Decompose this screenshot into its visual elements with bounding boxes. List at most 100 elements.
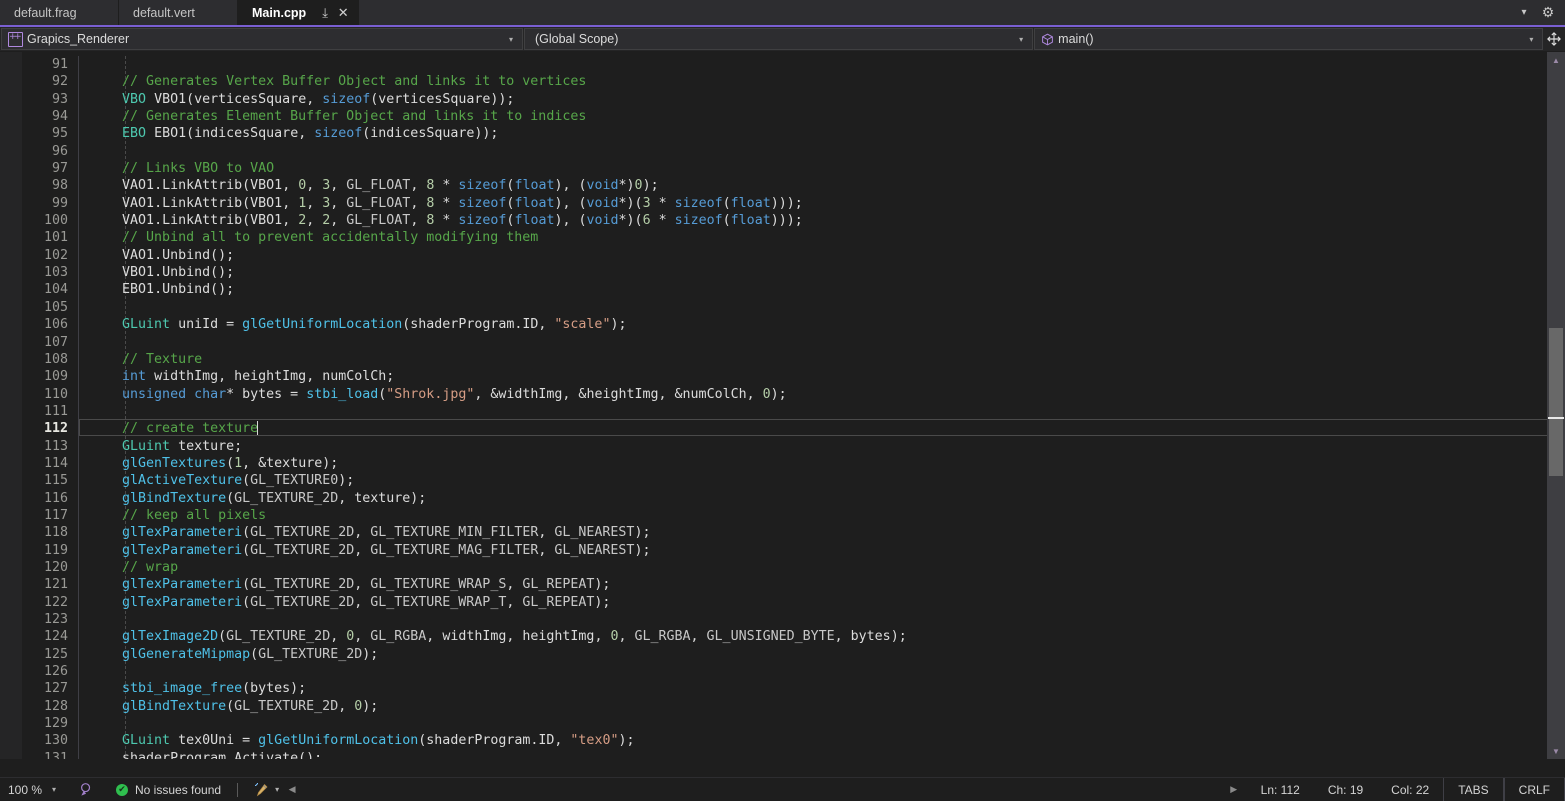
chevron-down-icon[interactable]: ▾ [1524, 35, 1538, 44]
scroll-up-icon[interactable]: ▲ [1547, 52, 1565, 68]
code-line[interactable]: 108 // Texture [22, 350, 1565, 369]
code-line-text[interactable]: glGenerateMipmap(GL_TEXTURE_2D); [90, 646, 1565, 663]
code-line-text[interactable]: GLuint tex0Uni = glGetUniformLocation(sh… [90, 732, 1565, 749]
chevron-down-icon[interactable]: ▾ [504, 35, 518, 44]
code-line-text[interactable]: glTexParameteri(GL_TEXTURE_2D, GL_TEXTUR… [90, 594, 1565, 611]
chevron-down-icon[interactable]: ▾ [1513, 2, 1535, 24]
code-line[interactable]: 123 [22, 611, 1565, 629]
code-line[interactable]: 103 VBO1.Unbind(); [22, 264, 1565, 282]
code-line-text[interactable]: // keep all pixels [90, 507, 1565, 524]
split-view-button[interactable] [1543, 27, 1565, 51]
intellisense-icon[interactable] [74, 782, 98, 797]
code-line-text[interactable]: stbi_image_free(bytes); [90, 680, 1565, 697]
code-line-text[interactable]: // Generates Element Buffer Object and l… [90, 108, 1565, 125]
code-line-text[interactable]: // create texture [79, 419, 1565, 437]
close-icon[interactable]: ✕ [334, 4, 352, 22]
code-line-text[interactable]: glBindTexture(GL_TEXTURE_2D, 0); [90, 698, 1565, 715]
chevron-down-icon[interactable]: ▾ [1014, 35, 1028, 44]
scroll-left-icon[interactable]: ◀ [279, 784, 305, 795]
gear-icon[interactable]: ⚙ [1537, 2, 1559, 24]
code-line-text[interactable]: int widthImg, heightImg, numColCh; [90, 368, 1565, 385]
code-line[interactable]: 124 glTexImage2D(GL_TEXTURE_2D, 0, GL_RG… [22, 628, 1565, 646]
tab-main-cpp[interactable]: Main.cpp ⤓ ✕ [238, 0, 360, 25]
code-line-text[interactable]: VBO VBO1(verticesSquare, sizeof(vertices… [90, 91, 1565, 108]
code-line[interactable]: 111 [22, 402, 1565, 421]
code-line-text[interactable]: glTexParameteri(GL_TEXTURE_2D, GL_TEXTUR… [90, 542, 1565, 559]
pin-icon[interactable]: ⤓ [316, 4, 334, 22]
code-line-text[interactable]: EBO1.Unbind(); [90, 281, 1565, 298]
code-line[interactable]: 99 VAO1.LinkAttrib(VBO1, 1, 3, GL_FLOAT,… [22, 194, 1565, 213]
vertical-scrollbar[interactable]: ▲ ▼ [1547, 52, 1565, 759]
code-line[interactable]: 115 glActiveTexture(GL_TEXTURE0); [22, 472, 1565, 490]
chevron-down-icon[interactable]: ▾ [52, 785, 56, 794]
code-cleanup-button[interactable]: ▾ [254, 782, 279, 798]
code-line[interactable]: 100 VAO1.LinkAttrib(VBO1, 2, 2, GL_FLOAT… [22, 212, 1565, 230]
code-line[interactable]: 96 [22, 142, 1565, 161]
code-line[interactable]: 102 VAO1.Unbind(); [22, 246, 1565, 265]
editor-breakpoint-gutter[interactable] [0, 52, 22, 759]
code-line-text[interactable]: glTexImage2D(GL_TEXTURE_2D, 0, GL_RGBA, … [90, 628, 1565, 645]
code-lines[interactable]: 91 92 // Generates Vertex Buffer Object a… [22, 56, 1565, 759]
code-line[interactable]: 120 // wrap [22, 558, 1565, 577]
code-line-text[interactable]: // Texture [90, 351, 1565, 368]
code-line[interactable]: 127 stbi_image_free(bytes); [22, 680, 1565, 698]
code-line[interactable]: 110 unsigned char* bytes = stbi_load("Sh… [22, 385, 1565, 403]
code-line-text[interactable]: // Unbind all to prevent accidentally mo… [90, 229, 1565, 246]
code-line[interactable]: 105 [22, 298, 1565, 317]
code-line[interactable]: 93 VBO VBO1(verticesSquare, sizeof(verti… [22, 90, 1565, 109]
project-selector[interactable]: Grapics_Renderer ▾ [1, 28, 523, 50]
code-line[interactable]: 109 int widthImg, heightImg, numColCh; [22, 368, 1565, 386]
code-line[interactable]: 119 glTexParameteri(GL_TEXTURE_2D, GL_TE… [22, 541, 1565, 559]
issues-indicator[interactable]: ✔ No issues found [98, 783, 221, 797]
scrollbar-thumb[interactable] [1549, 327, 1563, 477]
code-line[interactable]: 112 // create texture [22, 419, 1565, 438]
code-line[interactable]: 97 // Links VBO to VAO [22, 160, 1565, 178]
code-line[interactable]: 131 shaderProgram.Activate(); [22, 749, 1565, 759]
code-line-text[interactable]: glTexParameteri(GL_TEXTURE_2D, GL_TEXTUR… [90, 576, 1565, 593]
code-line[interactable]: 129 [22, 715, 1565, 733]
code-line[interactable]: 130 GLuint tex0Uni = glGetUniformLocatio… [22, 732, 1565, 750]
code-line[interactable]: 94 // Generates Element Buffer Object an… [22, 108, 1565, 126]
code-line-text[interactable]: VAO1.Unbind(); [90, 247, 1565, 264]
scroll-right-icon[interactable]: ▶ [1221, 784, 1247, 795]
code-line[interactable]: 128 glBindTexture(GL_TEXTURE_2D, 0); [22, 697, 1565, 716]
code-line[interactable]: 91 [22, 56, 1565, 74]
code-line-text[interactable]: // Generates Vertex Buffer Object and li… [90, 73, 1565, 90]
code-line-text[interactable]: VBO1.Unbind(); [90, 264, 1565, 281]
code-line[interactable]: 125 glGenerateMipmap(GL_TEXTURE_2D); [22, 645, 1565, 664]
code-line-text[interactable]: glGenTextures(1, &texture); [90, 455, 1565, 472]
code-line[interactable]: 126 [22, 663, 1565, 681]
code-line-text[interactable]: // Links VBO to VAO [90, 160, 1565, 177]
code-line[interactable]: 107 [22, 333, 1565, 351]
code-line[interactable]: 116 glBindTexture(GL_TEXTURE_2D, texture… [22, 489, 1565, 507]
code-line[interactable]: 106 GLuint uniId = glGetUniformLocation(… [22, 316, 1565, 334]
code-line-text[interactable]: // wrap [90, 559, 1565, 576]
line-ending-mode[interactable]: CRLF [1503, 778, 1565, 801]
code-editor[interactable]: 91 92 // Generates Vertex Buffer Object a… [0, 52, 1565, 759]
code-line-text[interactable]: VAO1.LinkAttrib(VBO1, 1, 3, GL_FLOAT, 8 … [90, 195, 1565, 212]
code-line-text[interactable]: glBindTexture(GL_TEXTURE_2D, texture); [90, 490, 1565, 507]
code-line-text[interactable]: VAO1.LinkAttrib(VBO1, 0, 3, GL_FLOAT, 8 … [90, 177, 1565, 194]
code-line[interactable]: 121 glTexParameteri(GL_TEXTURE_2D, GL_TE… [22, 576, 1565, 594]
code-line-text[interactable]: EBO EBO1(indicesSquare, sizeof(indicesSq… [90, 125, 1565, 142]
code-line-text[interactable]: glActiveTexture(GL_TEXTURE0); [90, 472, 1565, 489]
code-line[interactable]: 114 glGenTextures(1, &texture); [22, 454, 1565, 473]
code-line[interactable]: 118 glTexParameteri(GL_TEXTURE_2D, GL_TE… [22, 524, 1565, 542]
code-line-text[interactable]: glTexParameteri(GL_TEXTURE_2D, GL_TEXTUR… [90, 524, 1565, 541]
code-line[interactable]: 92 // Generates Vertex Buffer Object and… [22, 73, 1565, 91]
code-line[interactable]: 98 VAO1.LinkAttrib(VBO1, 0, 3, GL_FLOAT,… [22, 177, 1565, 195]
code-line-text[interactable]: VAO1.LinkAttrib(VBO1, 2, 2, GL_FLOAT, 8 … [90, 212, 1565, 229]
code-line[interactable]: 122 glTexParameteri(GL_TEXTURE_2D, GL_TE… [22, 593, 1565, 611]
code-line[interactable]: 104 EBO1.Unbind(); [22, 281, 1565, 299]
code-line[interactable]: 117 // keep all pixels [22, 506, 1565, 525]
zoom-selector[interactable]: 100 % ▾ [0, 783, 74, 797]
horizontal-scroll-row[interactable] [0, 759, 1565, 777]
code-line-text[interactable]: unsigned char* bytes = stbi_load("Shrok.… [90, 386, 1565, 403]
code-line[interactable]: 101 // Unbind all to prevent accidentall… [22, 229, 1565, 247]
code-line[interactable]: 95 EBO EBO1(indicesSquare, sizeof(indice… [22, 125, 1565, 143]
code-line-text[interactable]: shaderProgram.Activate(); [90, 750, 1565, 759]
tab-default-frag[interactable]: default.frag [0, 0, 119, 25]
tab-default-vert[interactable]: default.vert [119, 0, 238, 25]
member-selector[interactable]: main() ▾ [1034, 28, 1544, 50]
code-line[interactable]: 113 GLuint texture; [22, 437, 1565, 455]
